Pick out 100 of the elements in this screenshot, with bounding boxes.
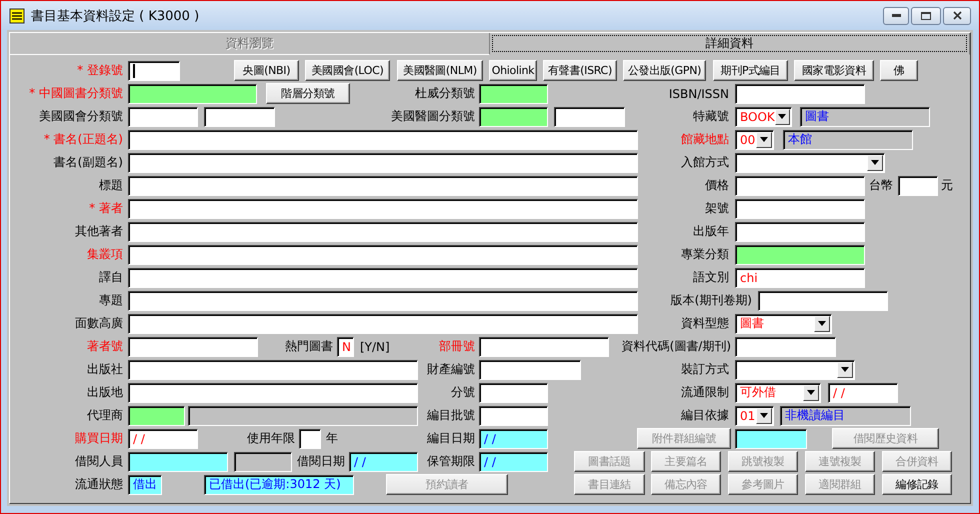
text-field[interactable] [479,84,548,104]
field-label: 資料型態 [680,315,729,332]
field-label: 價格 [704,177,729,194]
minimize-icon [892,14,900,17]
caret-icon [871,160,879,165]
field-label: 書名(副題名) [52,154,123,171]
text-field[interactable] [479,360,581,380]
text-field[interactable]: 圖書 [800,106,930,126]
text-field[interactable] [128,336,258,356]
maximize-button[interactable] [911,6,941,24]
text-field[interactable] [128,106,198,126]
field-label: 裝訂方式 [680,361,729,378]
action-button[interactable]: 公發出版(GPN) [623,60,706,81]
text-field[interactable] [479,106,548,126]
field-label: 流通限制 [680,384,729,401]
text-field[interactable] [735,222,865,242]
field-label: 元 [941,177,954,194]
text-field[interactable]: / / [479,452,548,472]
text-field[interactable] [128,176,638,196]
close-button[interactable] [943,6,971,24]
text-field[interactable] [735,428,807,448]
text-field[interactable] [204,106,275,126]
action-button[interactable]: 國家電影資料 [794,60,874,81]
text-field[interactable]: / / [128,428,198,448]
field-label: 出版地 [86,384,123,401]
text-field[interactable]: 已借出(已逾期:3012 天) [204,474,354,494]
text-field[interactable]: N [337,336,354,356]
text-field[interactable] [479,406,548,426]
field-label: 資料代碼(圖書/期刊) [620,338,731,355]
minimize-button[interactable] [883,6,909,24]
text-field[interactable]: chi [735,268,865,288]
text-field[interactable] [299,428,321,448]
text-field[interactable] [735,176,865,196]
field-label: 杜威分類號 [414,85,475,102]
dropdown[interactable] [735,360,855,380]
text-field[interactable] [735,198,865,218]
field-label: * 書名(正題名) [42,131,123,148]
field-label: * 中國圖書分類號 [28,85,123,102]
text-field[interactable] [128,406,185,426]
text-field[interactable] [735,84,865,104]
dropdown[interactable]: 01 [735,406,774,426]
text-field[interactable] [128,382,418,402]
action-button[interactable]: 有聲書(ISRC) [543,60,617,81]
text-field[interactable] [479,336,609,356]
text-field[interactable] [188,406,418,426]
caret-icon [807,390,815,395]
text-field[interactable] [758,290,888,310]
text-field[interactable]: / / [828,382,898,402]
action-button[interactable]: 編修記錄 [882,474,952,495]
field-label: 分號 [450,384,475,401]
text-field[interactable] [735,336,836,356]
text-field[interactable]: 借出 [128,474,162,494]
text-field[interactable] [128,452,228,472]
text-field[interactable]: / / [349,452,418,472]
text-field[interactable] [128,198,638,218]
dropdown[interactable]: 00 [735,130,774,150]
text-field[interactable] [128,84,257,104]
text-field[interactable] [128,290,638,310]
field-label: 流通狀態 [74,476,123,493]
field-label: [Y/N] [360,338,391,356]
action-button[interactable]: 美國醫圖(NLM) [397,60,483,81]
dropdown[interactable] [735,152,885,172]
action-button[interactable]: Ohiolink [489,60,537,81]
text-field[interactable] [128,222,638,242]
text-field[interactable] [128,130,638,150]
text-field[interactable]: 非機讀編目 [780,406,911,426]
field-label: * 著者 [88,200,123,217]
action-button[interactable]: 佛 [880,60,918,81]
dropdown[interactable]: BOOK [735,106,792,126]
field-label: 編目日期 [426,430,475,447]
field-label: 語文別 [692,269,729,286]
dropdown[interactable]: 圖書 [735,314,832,334]
text-field[interactable] [234,452,292,472]
text-field[interactable] [898,176,938,196]
text-field[interactable] [554,106,625,126]
text-field[interactable] [128,152,638,172]
text-field[interactable] [128,244,638,264]
text-field[interactable] [128,60,180,80]
field-label: 使用年限 [246,430,295,447]
text-field[interactable] [128,360,418,380]
text-field[interactable]: / / [479,428,548,448]
field-label: 台幣 [869,177,894,194]
text-field[interactable] [128,314,638,334]
action-button[interactable]: 央圖(NBI) [234,60,299,81]
field-label: 版本(期刊卷期) [670,292,752,309]
tab[interactable]: 詳細資料 [490,33,970,55]
action-button[interactable]: 美國國會(LOC) [305,60,390,81]
field-label: 其他著者 [74,223,123,240]
field-label: 借閱日期 [296,453,345,470]
field-label: 出版年 [692,223,729,240]
text-field[interactable] [128,268,638,288]
text-field[interactable]: 本館 [783,130,913,150]
field-label: 出版社 [86,361,123,378]
field-label: 部冊號 [438,338,475,355]
text-field[interactable] [479,382,548,402]
action-button[interactable]: 期刊P式編目 [713,60,788,81]
text-field[interactable] [735,244,865,264]
action-button[interactable]: 階層分類號 [266,83,350,104]
close-icon [952,11,962,20]
dropdown[interactable]: 可外借 [735,382,821,402]
